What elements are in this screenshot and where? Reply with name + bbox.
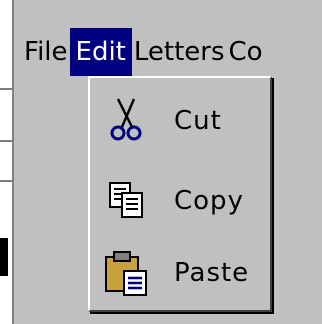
menu-file[interactable]: File: [14, 28, 70, 76]
menu-co-truncated[interactable]: Co: [227, 28, 265, 76]
menu-item-paste-label: Paste: [174, 258, 250, 288]
copy-documents-icon: [109, 182, 143, 218]
menu-item-paste[interactable]: Paste: [90, 238, 270, 308]
background-window-edge: [0, 0, 12, 324]
menu-letters[interactable]: Letters: [132, 28, 227, 76]
scissors-icon: [110, 98, 142, 141]
menu-item-cut-label: Cut: [174, 106, 222, 136]
menu-item-cut[interactable]: Cut: [90, 86, 270, 156]
menu-bar: File Edit Letters Co: [14, 26, 322, 78]
edge-divider: [0, 180, 12, 182]
menu-edit[interactable]: Edit: [69, 28, 132, 76]
menu-item-copy[interactable]: Copy: [90, 166, 270, 236]
edit-menu-dropdown: Cut Copy Paste: [88, 76, 272, 312]
edge-divider: [0, 88, 12, 90]
clipboard-paste-icon: [105, 251, 147, 296]
edge-divider: [0, 140, 12, 142]
menu-item-copy-label: Copy: [174, 186, 244, 216]
edge-dark-block: [0, 238, 8, 276]
